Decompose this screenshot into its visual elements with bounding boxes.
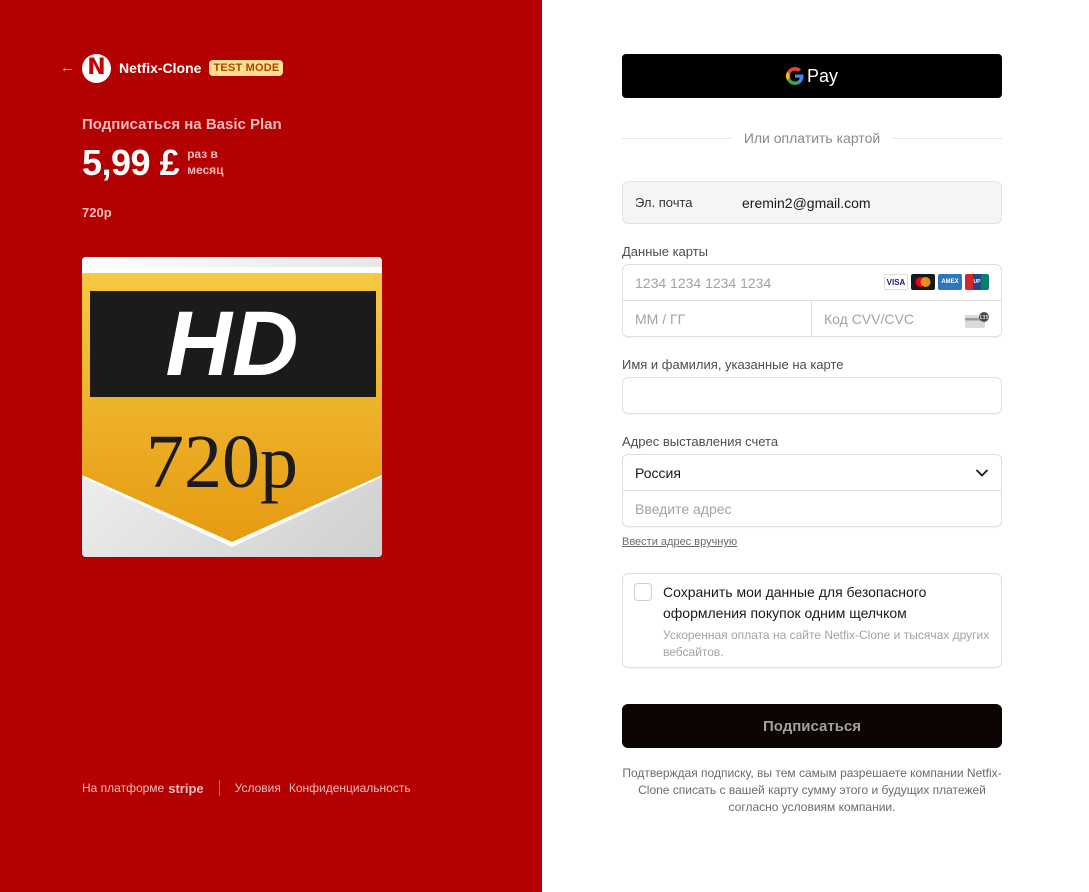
card-number-placeholder: 1234 1234 1234 1234 bbox=[635, 274, 772, 291]
save-info-subtext: Ускоренная оплата на сайте Netfix-Clone … bbox=[663, 628, 990, 659]
save-info-box: Сохранить мои данные для безопасного офо… bbox=[622, 573, 1002, 668]
terms-link[interactable]: Условия bbox=[235, 781, 281, 795]
plan-description: 720p bbox=[82, 205, 112, 220]
card-details: 1234 1234 1234 1234 VISA AMEX UP ММ / ГГ… bbox=[622, 264, 1002, 337]
product-image: HD 720p bbox=[82, 257, 382, 557]
google-pay-button[interactable]: Pay bbox=[622, 54, 1002, 98]
card-label: Данные карты bbox=[622, 244, 709, 259]
card-brands: VISA AMEX UP bbox=[884, 274, 989, 290]
or-card-text: Или оплатить картой bbox=[743, 130, 881, 146]
amex-icon: AMEX bbox=[938, 274, 962, 290]
email-label: Эл. почта bbox=[635, 195, 693, 210]
privacy-link[interactable]: Конфиденциальность bbox=[289, 781, 411, 795]
unionpay-icon: UP bbox=[965, 274, 989, 290]
cvc-card-icon: 135 bbox=[965, 312, 989, 328]
image-720p-text: 720p bbox=[146, 420, 298, 504]
country-select[interactable]: Россия bbox=[623, 455, 1001, 491]
subscription-terms: Подтверждая подписку, вы тем самым разре… bbox=[622, 766, 1002, 814]
footer-divider bbox=[218, 780, 220, 796]
address-placeholder: Введите адрес bbox=[635, 501, 732, 517]
chevron-down-icon bbox=[976, 469, 988, 477]
card-number-input[interactable]: 1234 1234 1234 1234 VISA AMEX UP bbox=[623, 265, 1001, 301]
payment-panel: Pay Или оплатить картой Эл. почта eremin… bbox=[542, 0, 1089, 892]
image-hd-text: HD bbox=[166, 293, 299, 395]
google-g-icon bbox=[785, 67, 804, 85]
save-info-title: Сохранить мои данные для безопасного офо… bbox=[663, 584, 927, 621]
order-summary-panel: ← N Netfix-Clone TEST MODE Подписаться н… bbox=[0, 0, 542, 892]
arrow-left-icon[interactable]: ← bbox=[60, 59, 78, 77]
save-info-checkbox[interactable] bbox=[634, 583, 652, 601]
email-value: eremin2@gmail.com bbox=[742, 194, 871, 211]
price-period: раз в месяц bbox=[187, 147, 224, 177]
billing-address-label: Адрес выставления счета bbox=[622, 434, 779, 449]
cvc-placeholder: Код CVV/CVC bbox=[824, 311, 914, 327]
merchant-name: Netfix-Clone bbox=[119, 60, 202, 76]
merchant-header: ← N Netfix-Clone TEST MODE bbox=[60, 53, 284, 83]
hd-720p-image: HD 720p bbox=[82, 257, 382, 557]
plan-title: Подписаться на Basic Plan bbox=[82, 116, 282, 133]
country-value: Россия bbox=[635, 464, 681, 481]
merchant-logo: N bbox=[82, 53, 111, 83]
or-card-divider: Или оплатить картой bbox=[622, 128, 1002, 148]
address-input[interactable]: Введите адрес bbox=[623, 491, 1001, 527]
price: 5,99 £ раз в месяц bbox=[82, 144, 235, 182]
visa-icon: VISA bbox=[884, 274, 908, 290]
email-field[interactable]: Эл. почта eremin2@gmail.com bbox=[622, 181, 1002, 224]
card-cvc-input[interactable]: Код CVV/CVC 135 bbox=[812, 301, 1001, 337]
cvc-badge: 135 bbox=[979, 315, 989, 321]
logo-letter: N bbox=[87, 55, 106, 80]
powered-by-label: На платформе bbox=[82, 781, 165, 795]
mastercard-icon bbox=[911, 274, 935, 290]
cardholder-name-label: Имя и фамилия, указанные на карте bbox=[622, 357, 844, 372]
manual-address-link[interactable]: Ввести адрес вручную bbox=[622, 536, 737, 548]
footer: На платформе stripe Условия Конфиденциал… bbox=[82, 780, 419, 796]
billing-address: Россия Введите адрес bbox=[622, 454, 1002, 527]
cardholder-name-input[interactable] bbox=[622, 377, 1002, 414]
price-amount: 5,99 £ bbox=[82, 142, 180, 183]
stripe-logo[interactable]: stripe bbox=[168, 781, 203, 796]
expiry-placeholder: ММ / ГГ bbox=[635, 311, 686, 327]
test-mode-badge: TEST MODE bbox=[209, 60, 284, 76]
google-pay-label: Pay bbox=[806, 65, 839, 86]
subscribe-button[interactable]: Подписаться bbox=[622, 704, 1002, 748]
card-expiry-input[interactable]: ММ / ГГ bbox=[623, 301, 812, 337]
